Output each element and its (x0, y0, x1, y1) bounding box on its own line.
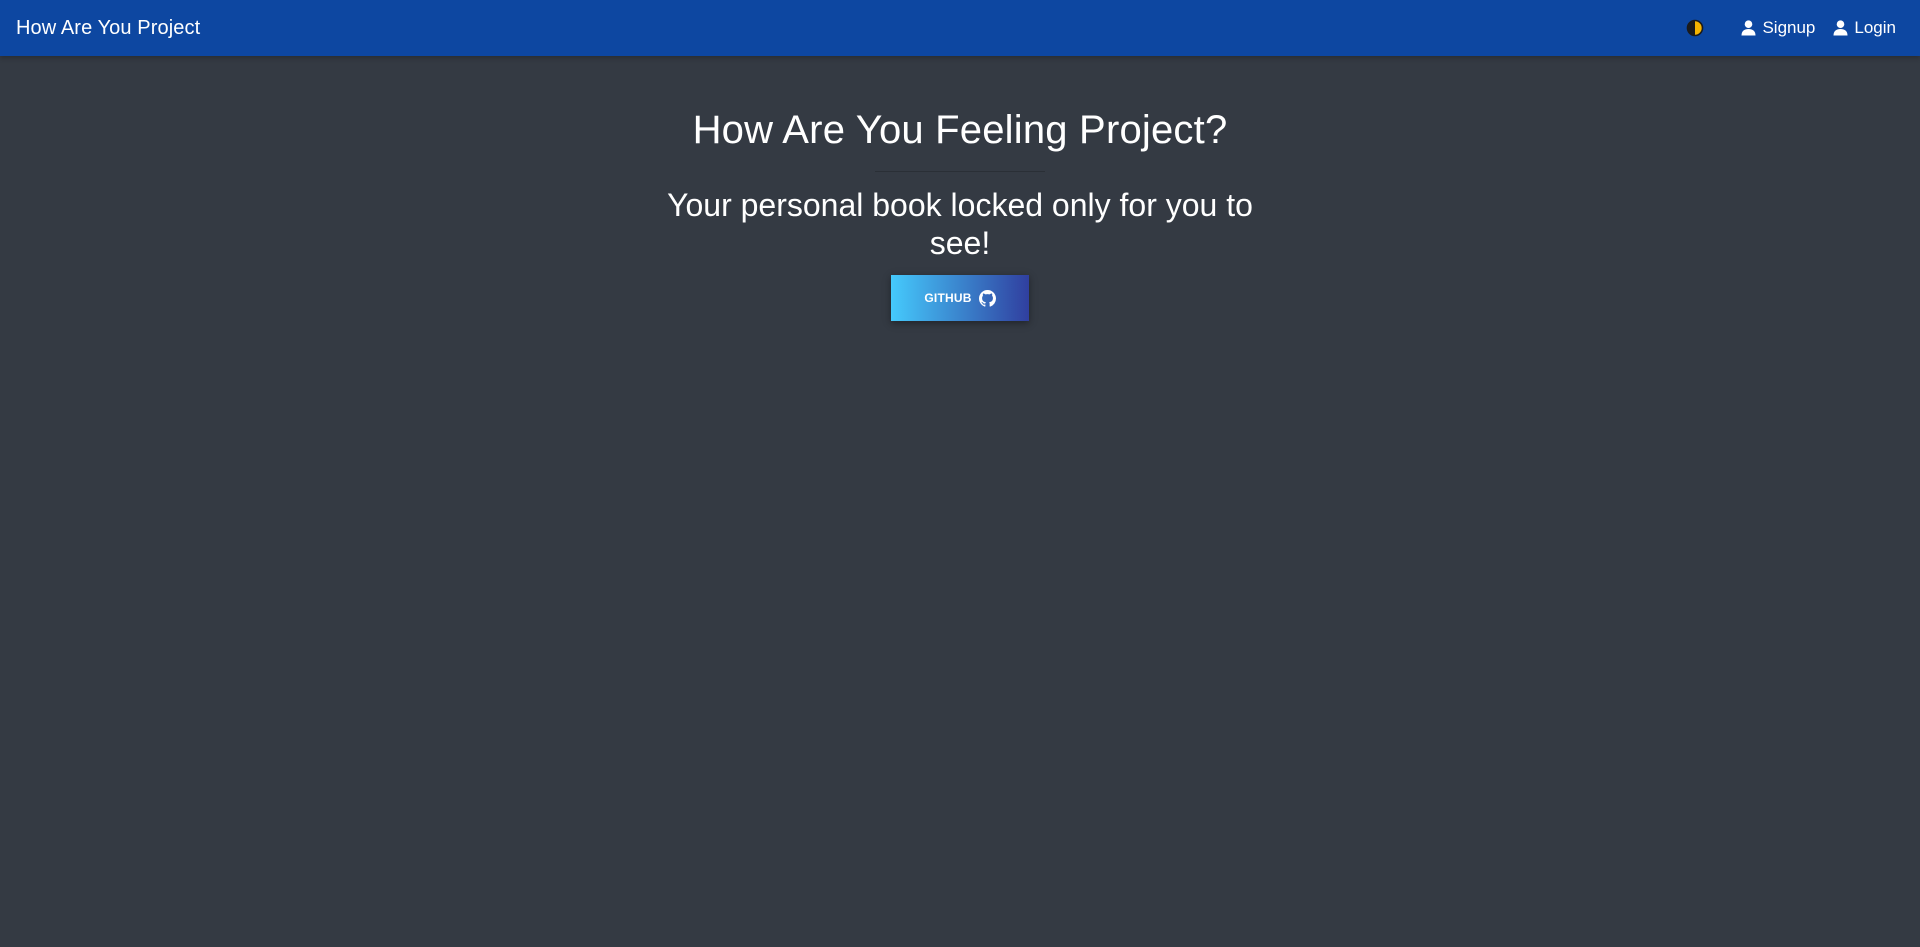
user-icon (1833, 20, 1848, 36)
user-icon (1741, 20, 1756, 36)
signup-link[interactable]: Signup (1741, 18, 1815, 38)
hero-section: How Are You Feeling Project? Your person… (0, 56, 1920, 321)
page-subtitle: Your personal book locked only for you t… (667, 187, 1253, 261)
login-link[interactable]: Login (1833, 18, 1896, 38)
theme-toggle-button[interactable] (1685, 18, 1705, 38)
github-button-label: GITHUB (924, 291, 972, 305)
page-title: How Are You Feeling Project? (692, 108, 1228, 152)
github-icon (978, 289, 996, 307)
navbar-right: Signup Login (1685, 18, 1896, 38)
top-navbar: How Are You Project Signup Login (0, 0, 1920, 56)
title-divider (875, 171, 1045, 172)
login-label: Login (1854, 18, 1896, 37)
signup-label: Signup (1762, 18, 1816, 37)
half-moon-contrast-icon (1687, 19, 1704, 37)
brand-link[interactable]: How Are You Project (16, 17, 200, 40)
github-button[interactable]: GITHUB (891, 275, 1029, 321)
